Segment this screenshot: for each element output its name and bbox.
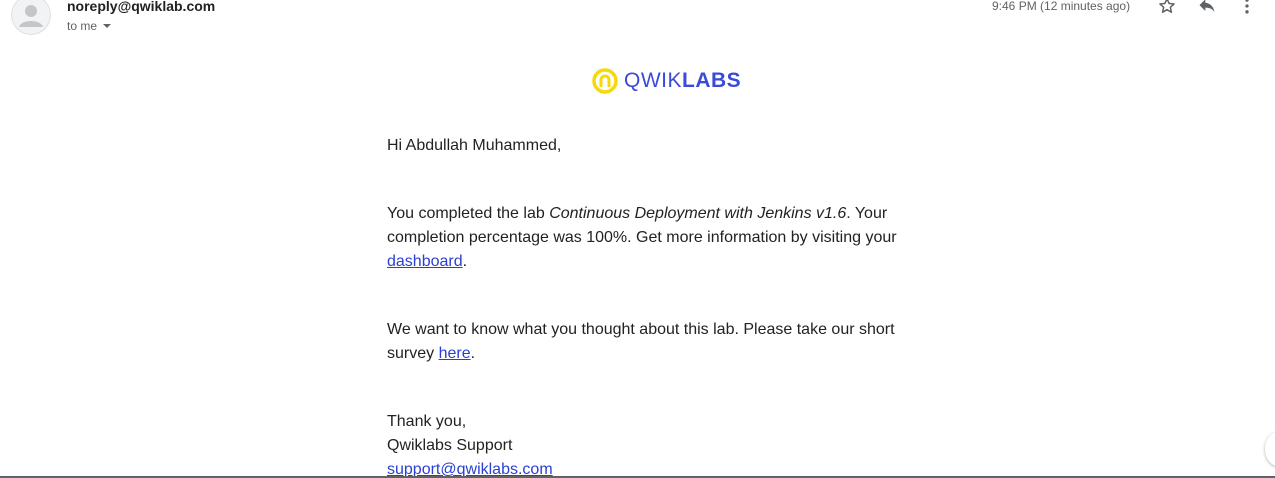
chevron-down-icon[interactable] — [101, 20, 113, 32]
star-button[interactable] — [1155, 0, 1179, 18]
dashboard-link[interactable]: dashboard — [387, 253, 463, 270]
email-body: Hi Abdullah Muhammed, You completed the … — [387, 134, 917, 478]
timestamp: 9:46 PM (12 minutes ago) — [992, 0, 1131, 13]
support-email-line: support@qwiklabs.com — [387, 458, 917, 478]
signature-line: Qwiklabs Support — [387, 437, 513, 454]
survey-link[interactable]: here — [439, 345, 471, 362]
period: . — [462, 253, 468, 270]
reply-button[interactable] — [1195, 0, 1219, 18]
sender-avatar[interactable] — [11, 0, 51, 35]
email-view: noreply@qwiklab.com to me 9:46 PM (12 mi… — [0, 0, 1275, 478]
more-vertical-icon — [1245, 0, 1249, 14]
star-icon — [1159, 0, 1175, 13]
reply-icon — [1199, 0, 1215, 12]
qwiklabs-mark-icon — [592, 68, 618, 94]
period: . — [470, 345, 476, 362]
recipient-label: to me — [67, 19, 98, 33]
survey-paragraph: We want to know what you thought about t… — [387, 318, 917, 366]
person-icon — [19, 5, 43, 27]
thanks-line: Thank you, — [387, 413, 467, 430]
completion-prefix: You completed the lab — [387, 205, 550, 222]
completion-paragraph: You completed the lab Continuous Deploym… — [387, 202, 917, 274]
lab-name: Continuous Deployment with Jenkins v1.6 — [549, 205, 847, 222]
floating-scroll-button[interactable] — [1265, 432, 1275, 466]
logo-word-qwik: QWIK — [624, 69, 682, 92]
more-options-button[interactable] — [1235, 0, 1259, 18]
greeting: Hi Abdullah Muhammed, — [387, 137, 562, 154]
recipient-line: to me — [67, 18, 113, 34]
logo-word-labs: LABS — [682, 69, 742, 92]
logo-wordmark: QWIKLABS — [624, 67, 741, 95]
sender-email[interactable]: noreply@qwiklab.com — [67, 0, 215, 14]
qwiklabs-logo: QWIKLABS — [591, 67, 741, 95]
